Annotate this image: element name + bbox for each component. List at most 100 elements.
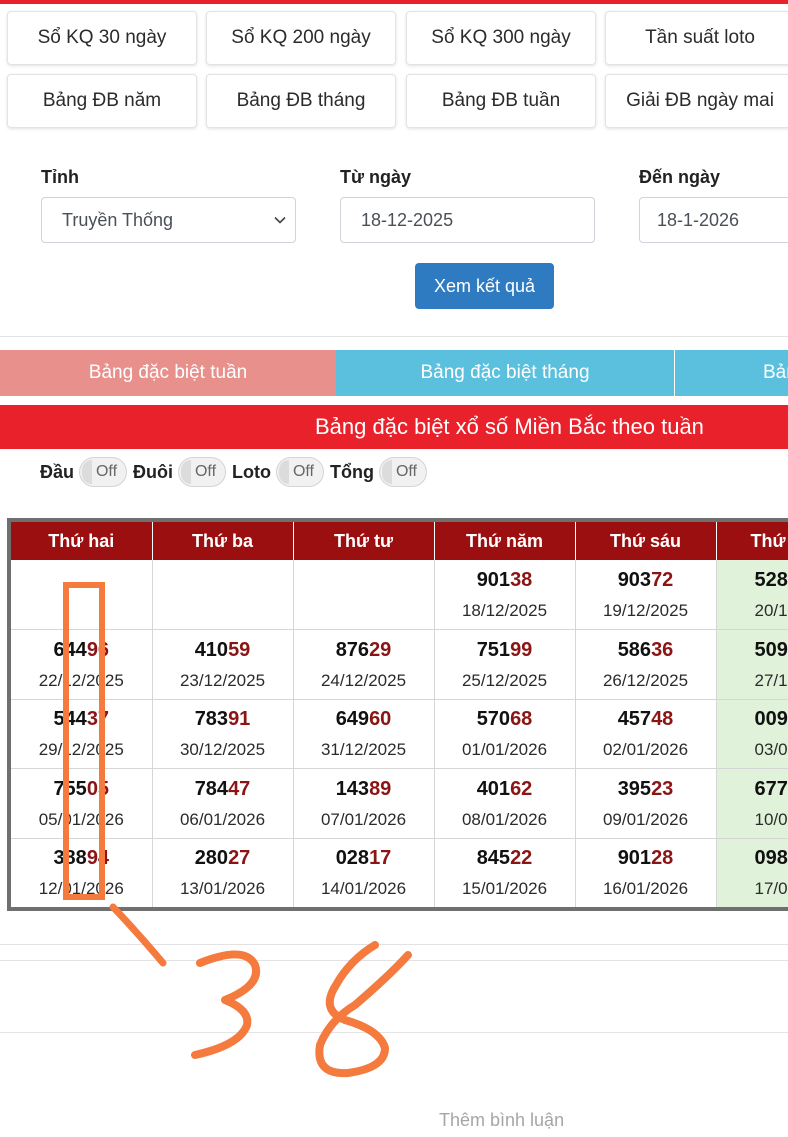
number-last-two-digits: 27	[228, 847, 251, 870]
special-prize-number: 75199	[435, 636, 575, 664]
special-prize-number: 45748	[576, 705, 716, 733]
draw-date: 26/12/2025	[602, 670, 689, 690]
tab-monthly-special[interactable]: Bảng đặc biệt tháng	[336, 350, 674, 396]
special-prize-number: 84522	[435, 844, 575, 872]
tab-more[interactable]: Bảng	[675, 350, 788, 396]
tab-weekly-special[interactable]: Bảng đặc biệt tuần	[0, 350, 336, 396]
draw-date: 17/01/	[754, 879, 788, 899]
draw-date: 24/12/2025	[320, 670, 407, 690]
nav-so-kq-300-ngay[interactable]: Sổ KQ 300 ngày	[406, 11, 596, 65]
result-cell: 528 20/12/	[716, 560, 788, 630]
special-prize-number: 57068	[435, 705, 575, 733]
draw-date: 14/01/2026	[320, 879, 407, 899]
number-last-two-digits: 47	[228, 777, 251, 800]
special-prize-number: 39523	[576, 775, 716, 803]
number-leading-digits: 009	[754, 708, 788, 731]
result-cell: 02817 14/01/2026	[293, 838, 435, 907]
number-leading-digits: 876	[335, 638, 370, 661]
to-date-input[interactable]: 18-1-2026	[639, 197, 788, 243]
number-leading-digits: 410	[194, 638, 229, 661]
draw-date: 01/01/2026	[461, 740, 548, 760]
number-leading-digits: 6⁠4⁠4	[53, 638, 87, 661]
province-label: Tỉnh	[41, 167, 79, 187]
toggle-label-loto: Loto	[232, 461, 271, 482]
results-table-container[interactable]: Thứ hai Thứ ba Thứ tư Thứ năm Thứ sáu Th…	[7, 518, 788, 911]
result-cell: 6⁠4⁠496 22/12/2025	[11, 629, 153, 700]
table-row: 5⁠4⁠437 29/12/2025 78391 30/12/2025 64960 31/…	[11, 699, 788, 769]
special-prize-number: 009	[755, 705, 788, 733]
number-last-two-digits: 59	[228, 638, 251, 661]
result-cell: 009 03/01/	[716, 699, 788, 769]
result-cell: 28027 13/01/2026	[152, 838, 294, 907]
special-prize-number: 40162	[435, 775, 575, 803]
number-leading-digits: 280	[194, 847, 229, 870]
draw-date: 09/01/2026	[602, 809, 689, 829]
draw-date: 03/01/	[754, 740, 788, 760]
to-date-label: Đến ngày	[639, 167, 721, 187]
draw-date: 29/12/2025	[38, 740, 124, 760]
number-leading-digits: 5⁠4⁠4	[53, 708, 87, 731]
result-cell: 87629 24/12/2025	[293, 629, 435, 700]
nav-so-kq-30-ngay[interactable]: Sổ KQ 30 ngày	[7, 11, 197, 65]
table-row: 7⁠5⁠505 05/01/2026 78447 06/01/2026 14389 07/…	[11, 768, 788, 839]
toggle-duoi[interactable]: Off	[178, 457, 227, 487]
from-date-input[interactable]: 18-12-2025	[340, 197, 595, 243]
draw-date: 30/12/2025	[179, 740, 266, 760]
draw-date: 20/12/	[754, 601, 788, 620]
draw-date: 08/01/2026	[461, 809, 548, 829]
result-cell: 64960 31/12/2025	[293, 699, 435, 769]
special-prize-number: 78391	[153, 705, 293, 733]
view-results-button[interactable]: Xem kết quả	[415, 263, 554, 309]
special-prize-number: 7⁠5⁠505	[11, 775, 152, 803]
result-cell: 84522 15/01/2026	[434, 838, 576, 907]
result-cell: 3⁠8⁠894 12/01/2026	[11, 838, 153, 907]
result-cell: 7⁠5⁠505 05/01/2026	[11, 768, 153, 839]
comment-box[interactable]	[0, 1032, 788, 1137]
nav-tan-suat-loto[interactable]: Tần suất loto	[605, 11, 788, 65]
number-leading-digits: 457	[617, 708, 652, 731]
toggle-tong[interactable]: Off	[378, 457, 427, 487]
special-prize-number: 098	[755, 844, 788, 872]
special-prize-number: 509	[755, 636, 788, 664]
from-date-label: Từ ngày	[340, 167, 412, 187]
toggle-bar: Đầu Off Đuôi Off Loto Off Tổng Off	[40, 456, 433, 488]
number-leading-digits: 7⁠5⁠5	[53, 777, 87, 800]
column-header-friday: Thứ sáu	[575, 522, 717, 560]
draw-date: 12/01/2026	[38, 879, 124, 899]
nav-bang-db-thang[interactable]: Bảng ĐB tháng	[206, 74, 396, 128]
number-leading-digits: 401	[476, 777, 511, 800]
special-prize-number: 64960	[294, 705, 434, 733]
number-last-two-digits: 94	[86, 847, 110, 870]
province-select[interactable]: Truyền Thống	[41, 197, 296, 243]
draw-date: 06/01/2026	[179, 809, 266, 829]
nav-giai-db-ngay-mai[interactable]: Giải ĐB ngày mai	[605, 74, 788, 128]
column-header-wednesday: Thứ tư	[293, 522, 435, 560]
result-cell	[152, 560, 294, 630]
number-leading-digits: 586	[617, 638, 652, 661]
number-last-two-digits: 89	[369, 777, 392, 800]
divider	[0, 960, 788, 961]
draw-date: 02/01/2026	[602, 740, 689, 760]
nav-bang-db-nam[interactable]: Bảng ĐB năm	[7, 74, 197, 128]
comment-placeholder[interactable]: Thêm bình luận	[439, 1110, 564, 1131]
toggle-loto[interactable]: Off	[276, 457, 324, 487]
results-table: Thứ hai Thứ ba Thứ tư Thứ năm Thứ sáu Th…	[11, 522, 788, 907]
number-leading-digits: 677	[754, 777, 788, 800]
number-last-two-digits: 29	[369, 638, 392, 661]
number-leading-digits: 509	[754, 638, 788, 661]
result-cell: 58636 26/12/2025	[575, 629, 717, 700]
special-prize-number: 41059	[153, 636, 293, 664]
number-leading-digits: 143	[335, 777, 370, 800]
result-cell: 90138 18/12/2025	[434, 560, 576, 630]
number-leading-digits: 028	[335, 847, 370, 870]
draw-date: 23/12/2025	[179, 670, 266, 690]
toggle-dau[interactable]: Off	[79, 457, 128, 487]
special-prize-number: 6⁠4⁠496	[11, 636, 152, 664]
number-last-two-digits: 05	[86, 777, 110, 800]
result-cell	[293, 560, 435, 630]
nav-bang-db-tuan[interactable]: Bảng ĐB tuần	[406, 74, 596, 128]
nav-so-kq-200-ngay[interactable]: Sổ KQ 200 ngày	[206, 11, 396, 65]
number-last-two-digits: 48	[651, 708, 674, 731]
draw-date: 18/12/2025	[461, 601, 548, 620]
draw-date: 13/01/2026	[179, 879, 266, 899]
